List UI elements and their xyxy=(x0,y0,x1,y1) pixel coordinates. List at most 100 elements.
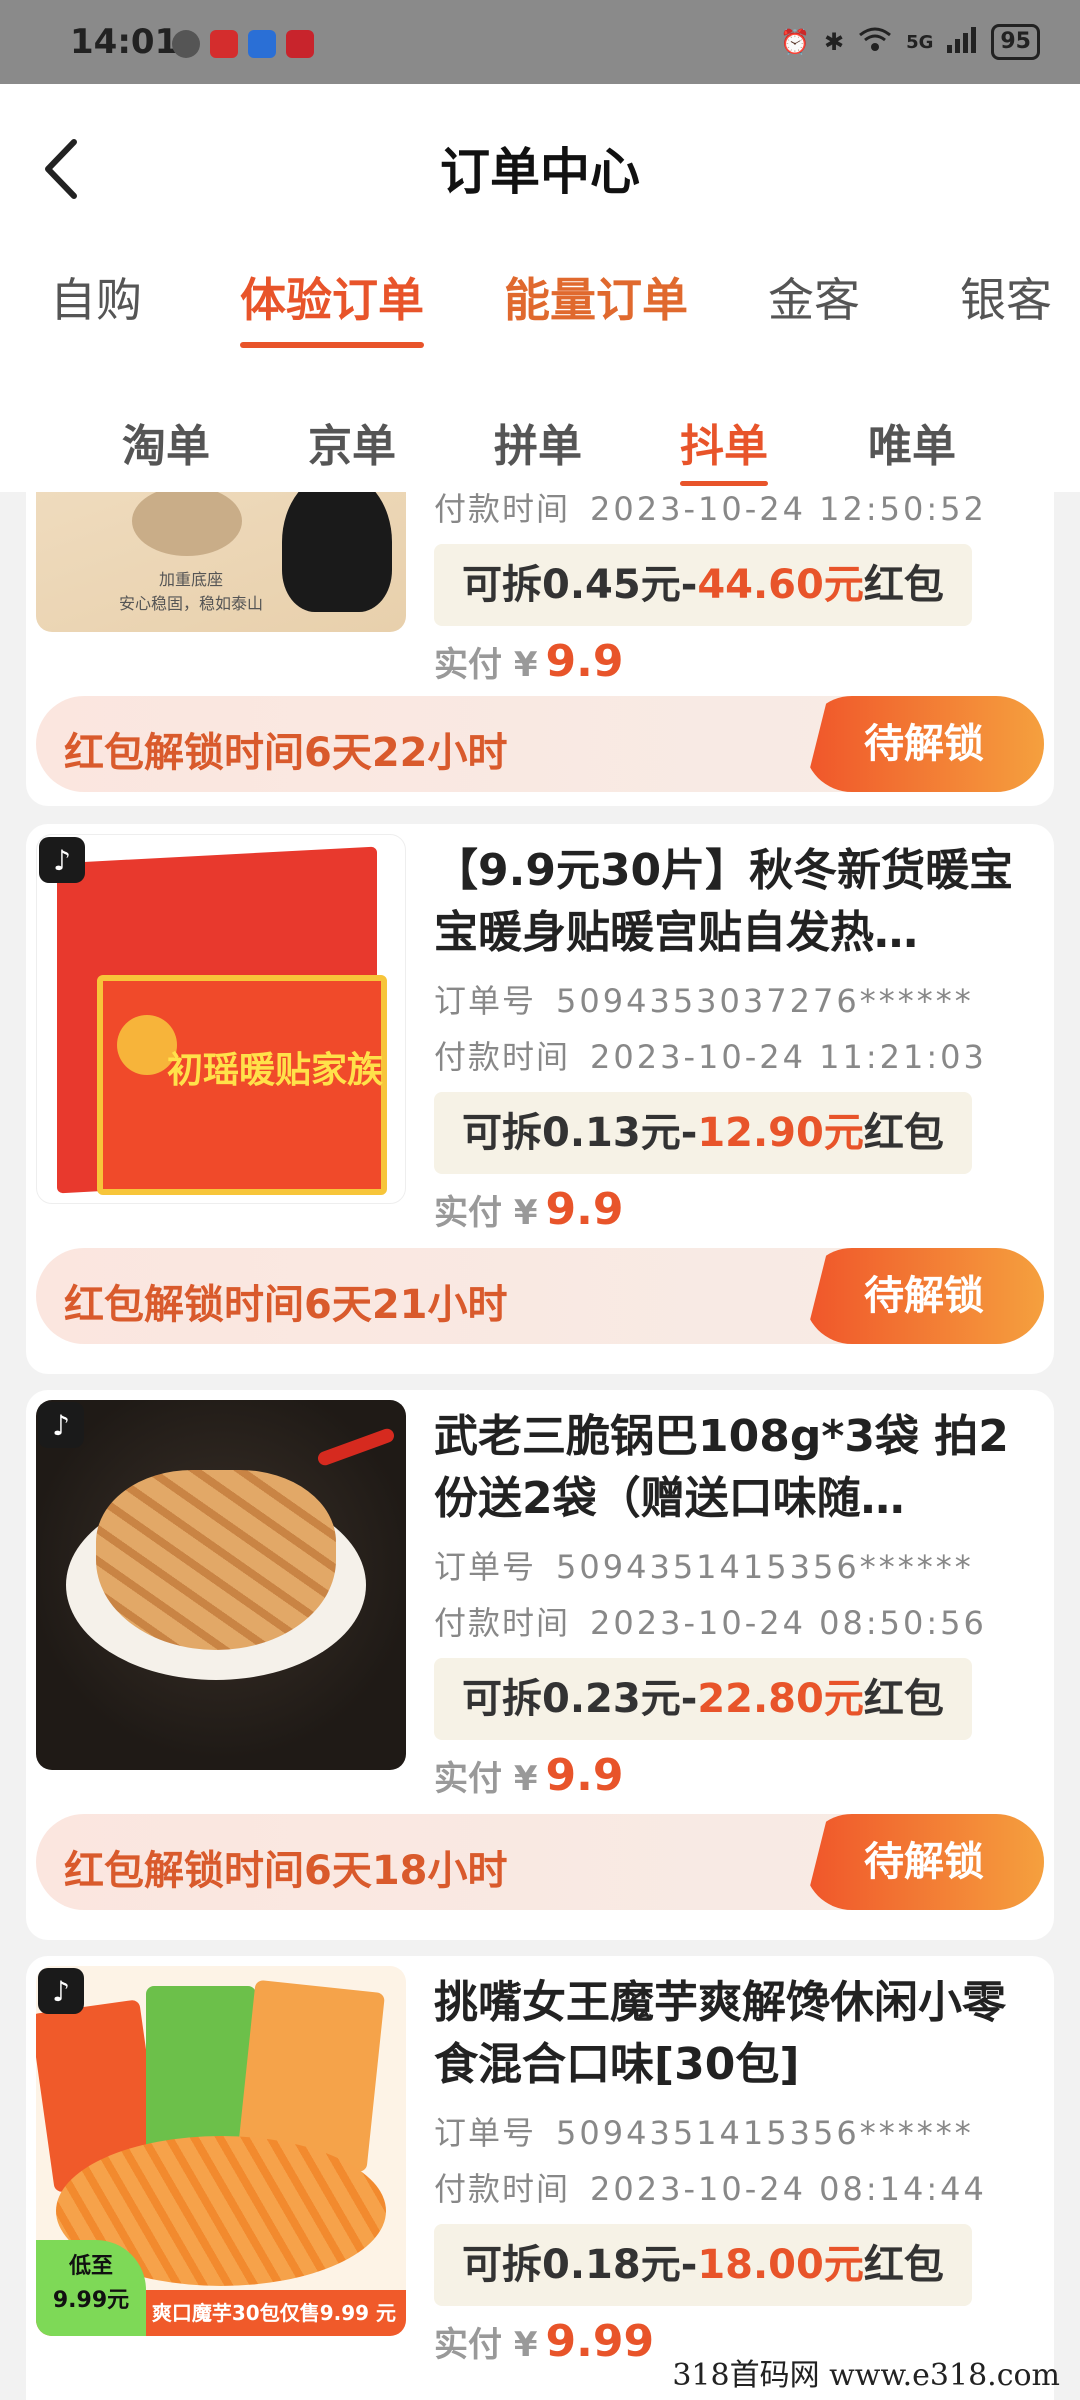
app-notification-icon xyxy=(210,30,238,58)
tab-trial-orders[interactable]: 体验订单 xyxy=(240,264,424,348)
paid-row: 实付 ¥9.9 xyxy=(434,1184,1044,1235)
tab-energy-orders[interactable]: 能量订单 xyxy=(504,264,688,344)
subtab-underline xyxy=(680,481,768,486)
product-title: 武老三脆锅巴108g*3袋 拍2份送2袋（赠送口味随… xyxy=(434,1411,1009,1524)
subtab-vip[interactable]: 唯单 xyxy=(868,410,956,474)
pending-unlock-button[interactable]: 待解锁 xyxy=(804,1248,1044,1344)
product-image: ♪ xyxy=(36,1400,406,1770)
paid-label: 实付 xyxy=(434,1759,502,1799)
currency-symbol: ¥ xyxy=(513,645,538,685)
pay-time-row: 付款时间 2023-10-24 08:50:56 xyxy=(434,1596,1044,1650)
app-notification-icon xyxy=(286,30,314,58)
platform-tabs: 淘单 京单 拼单 抖单 唯单 xyxy=(0,364,1080,492)
split-amount: 0.23元 xyxy=(542,1676,681,1722)
paid-label: 实付 xyxy=(434,2325,502,2365)
order-card[interactable]: 加重底座 安心稳固，稳如泰山 付款时间 2023-10-24 12:50:52 可… xyxy=(26,492,1054,806)
order-info: 挑嘴女王魔芋爽解馋休闲小零食混合口味[30包] 订单号 5094351415356… xyxy=(434,1972,1044,2367)
subtab-label: 京单 xyxy=(308,421,396,472)
currency-symbol: ¥ xyxy=(513,1759,538,1799)
order-number-row: 订单号 5094351415356****** xyxy=(434,1538,1044,1596)
network-type: 5G xyxy=(906,31,934,53)
tab-label: 体验订单 xyxy=(240,273,424,327)
status-icons: ⏰ ✱ 5G 95 xyxy=(780,24,1040,60)
unlock-time-text: 红包解锁时间6天21小时 xyxy=(64,1282,508,1328)
tab-label: 自购 xyxy=(50,273,142,327)
split-label: 可拆 xyxy=(462,1110,542,1156)
subtab-label: 抖单 xyxy=(680,421,768,472)
unlock-bar: 红包解锁时间6天22小时 待解锁 xyxy=(36,696,1044,792)
split-amount: 0.13元 xyxy=(542,1110,681,1156)
paid-amount: 9.9 xyxy=(545,636,624,687)
subtab-douyin[interactable]: 抖单 xyxy=(680,410,768,486)
split-label: 可拆 xyxy=(462,2242,542,2288)
order-number-row: 订单号 5094353037276****** xyxy=(434,972,1044,1030)
subtab-pinduoduo[interactable]: 拼单 xyxy=(494,410,582,474)
page-title: 订单中心 xyxy=(440,143,640,201)
product-image: 初瑶暖贴家族 ♪ xyxy=(36,834,406,1204)
status-time: 14:01 xyxy=(70,22,179,62)
tab-self-purchase[interactable]: 自购 xyxy=(50,264,142,344)
order-card[interactable]: 初瑶暖贴家族 ♪ 【9.9元30片】秋冬新货暖宝宝暖身贴暖宫贴自发热… 订单号 5… xyxy=(26,824,1054,1374)
subtab-taobao[interactable]: 淘单 xyxy=(122,410,210,474)
order-number-value: 5094351415356****** xyxy=(556,2114,974,2152)
voice-icon xyxy=(172,30,200,58)
red-packet-amount: 18.00元 xyxy=(697,2242,864,2288)
red-packet-label: 红包 xyxy=(863,2242,944,2288)
order-info: 【9.9元30片】秋冬新货暖宝宝暖身贴暖宫贴自发热… 订单号 5094353037… xyxy=(434,840,1044,1235)
red-packet-box: 可拆0.23元-22.80元红包 xyxy=(434,1658,972,1740)
paid-amount: 9.9 xyxy=(545,1184,624,1235)
tab-label: 金客 xyxy=(768,273,860,327)
price-badge: 低至 9.99元 xyxy=(36,2240,146,2336)
douyin-icon: ♪ xyxy=(39,837,85,883)
chili-graphic xyxy=(316,1426,396,1468)
order-card[interactable]: ♪ 武老三脆锅巴108g*3袋 拍2份送2袋（赠送口味随… 订单号 5094351… xyxy=(26,1390,1054,1940)
tab-silver-customers[interactable]: 银客 xyxy=(960,264,1052,344)
product-image-detail xyxy=(282,492,392,612)
tab-label: 能量订单 xyxy=(504,273,688,327)
tab-underline xyxy=(240,342,424,348)
pay-time-value: 2023-10-24 08:50:56 xyxy=(590,1604,987,1642)
product-image-detail xyxy=(132,492,242,556)
pending-unlock-button[interactable]: 待解锁 xyxy=(804,696,1044,792)
paid-row: 实付 ¥9.9 xyxy=(434,636,1044,687)
split-amount: 0.18元 xyxy=(542,2242,681,2288)
paid-row: 实付 ¥9.9 xyxy=(434,1750,1044,1801)
pending-unlock-button[interactable]: 待解锁 xyxy=(804,1814,1044,1910)
split-label: 可拆 xyxy=(462,1676,542,1722)
unlock-bar: 红包解锁时间6天21小时 待解锁 xyxy=(36,1248,1044,1344)
tab-gold-customers[interactable]: 金客 xyxy=(768,264,860,344)
split-amount: 0.45元 xyxy=(542,562,681,608)
top-tabs: 自购 体验订单 能量订单 金客 银客 xyxy=(0,254,1080,364)
pay-time-value: 2023-10-24 08:14:44 xyxy=(590,2170,987,2208)
red-packet-amount: 22.80元 xyxy=(697,1676,864,1722)
order-list[interactable]: 加重底座 安心稳固，稳如泰山 付款时间 2023-10-24 12:50:52 可… xyxy=(0,492,1080,2400)
battery-indicator: 95 xyxy=(991,24,1040,60)
douyin-icon: ♪ xyxy=(38,1402,84,1448)
bluetooth-icon: ✱ xyxy=(823,28,845,56)
order-number-label: 订单号 xyxy=(434,1548,537,1586)
red-packet-label: 红包 xyxy=(863,1110,944,1156)
chips-graphic xyxy=(96,1470,336,1650)
red-packet-label: 红包 xyxy=(863,1676,944,1722)
wifi-icon xyxy=(858,25,892,59)
red-packet-label: 红包 xyxy=(863,562,944,608)
red-packet-box: 可拆0.18元-18.00元红包 xyxy=(434,2224,972,2306)
watermark: 318首码网 www.e318.com xyxy=(672,2358,1060,2393)
order-number-row: 订单号 5094351415356****** xyxy=(434,2104,1044,2162)
order-number-value: 5094353037276****** xyxy=(556,982,974,1020)
product-image: 加重底座 安心稳固，稳如泰山 xyxy=(36,492,406,632)
product-image: 爽口魔芋30包仅售9.99 元 低至 9.99元 ♪ xyxy=(36,1966,406,2336)
pay-time-label: 付款时间 xyxy=(434,1038,571,1076)
pay-time-row: 付款时间 2023-10-24 08:14:44 xyxy=(434,2162,1044,2216)
notification-icons xyxy=(172,30,314,58)
red-packet-box: 可拆0.13元-12.90元红包 xyxy=(434,1092,972,1174)
pay-time-value: 2023-10-24 11:21:03 xyxy=(590,1038,987,1076)
order-number-label: 订单号 xyxy=(434,982,537,1020)
order-card[interactable]: 爽口魔芋30包仅售9.99 元 低至 9.99元 ♪ 挑嘴女王魔芋爽解馋休闲小零… xyxy=(26,1956,1054,2400)
app-notification-icon xyxy=(248,30,276,58)
pay-time-label: 付款时间 xyxy=(434,2170,571,2208)
subtab-label: 拼单 xyxy=(494,421,582,472)
unlock-time-text: 红包解锁时间6天18小时 xyxy=(64,1848,508,1894)
subtab-jd[interactable]: 京单 xyxy=(308,410,396,474)
order-info: 武老三脆锅巴108g*3袋 拍2份送2袋（赠送口味随… 订单号 509435141… xyxy=(434,1406,1044,1801)
